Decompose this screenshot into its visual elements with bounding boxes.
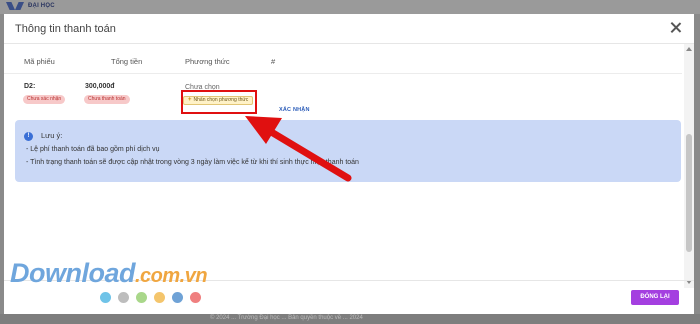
watermark-dot	[136, 292, 147, 303]
header-code: Mã phiếu	[24, 57, 55, 66]
watermark-dot	[172, 292, 183, 303]
header-amount: Tổng tiền	[111, 57, 143, 66]
watermark-domain: .com.vn	[135, 265, 208, 287]
modal-header: Thông tin thanh toán	[4, 14, 694, 44]
background-topbar: ĐẠI HỌC	[0, 0, 700, 14]
status-badge-unconfirmed: Chưa xác nhận	[23, 95, 66, 104]
confirm-button[interactable]: XÁC NHẬN	[279, 107, 310, 113]
watermark: Download.com.vn	[10, 258, 208, 289]
watermark-main: Download	[10, 258, 136, 288]
status-badge-unpaid: Chưa thanh toán	[84, 95, 130, 104]
background-footer: © 2024 ... Trường Đại học ... Bản quyền …	[0, 314, 700, 324]
total-amount: 300,000đ	[85, 83, 115, 90]
scroll-thumb[interactable]	[686, 134, 692, 252]
watermark-dot	[190, 292, 201, 303]
table-header: Mã phiếu Tổng tiền Phương thức #	[4, 44, 682, 74]
modal-title: Thông tin thanh toán	[15, 23, 116, 35]
logo-text: ĐẠI HỌC	[28, 3, 55, 9]
watermark-dot	[154, 292, 165, 303]
scroll-up-icon[interactable]	[686, 47, 692, 51]
header-action: #	[271, 57, 276, 66]
site-logo: ĐẠI HỌC	[6, 2, 55, 10]
close-icon[interactable]	[668, 20, 684, 36]
notice-line-status: - Tình trạng thanh toán sẽ được cập nhật…	[26, 159, 359, 166]
footer-text: © 2024 ... Trường Đại học ... Bản quyền …	[210, 315, 363, 321]
notice-title: Lưu ý:	[41, 131, 63, 140]
notice-box: ! Lưu ý: - Lệ phí thanh toán đã bao gồm …	[15, 120, 681, 182]
info-icon: !	[24, 132, 33, 141]
notice-line-fee: - Lệ phí thanh toán đã bao gồm phí dịch …	[26, 146, 160, 153]
table-row: D2: Chưa xác nhận 300,000đ Chưa thanh to…	[4, 75, 682, 121]
scrollbar[interactable]	[684, 44, 694, 288]
logo-mark	[6, 2, 24, 10]
close-button[interactable]: ĐÓNG LẠI	[631, 290, 679, 305]
watermark-dot	[100, 292, 111, 303]
watermark-dot	[118, 292, 129, 303]
watermark-dots	[100, 292, 201, 303]
receipt-code: D2:	[24, 83, 36, 90]
header-method: Phương thức	[185, 57, 230, 66]
highlight-box	[181, 90, 257, 114]
